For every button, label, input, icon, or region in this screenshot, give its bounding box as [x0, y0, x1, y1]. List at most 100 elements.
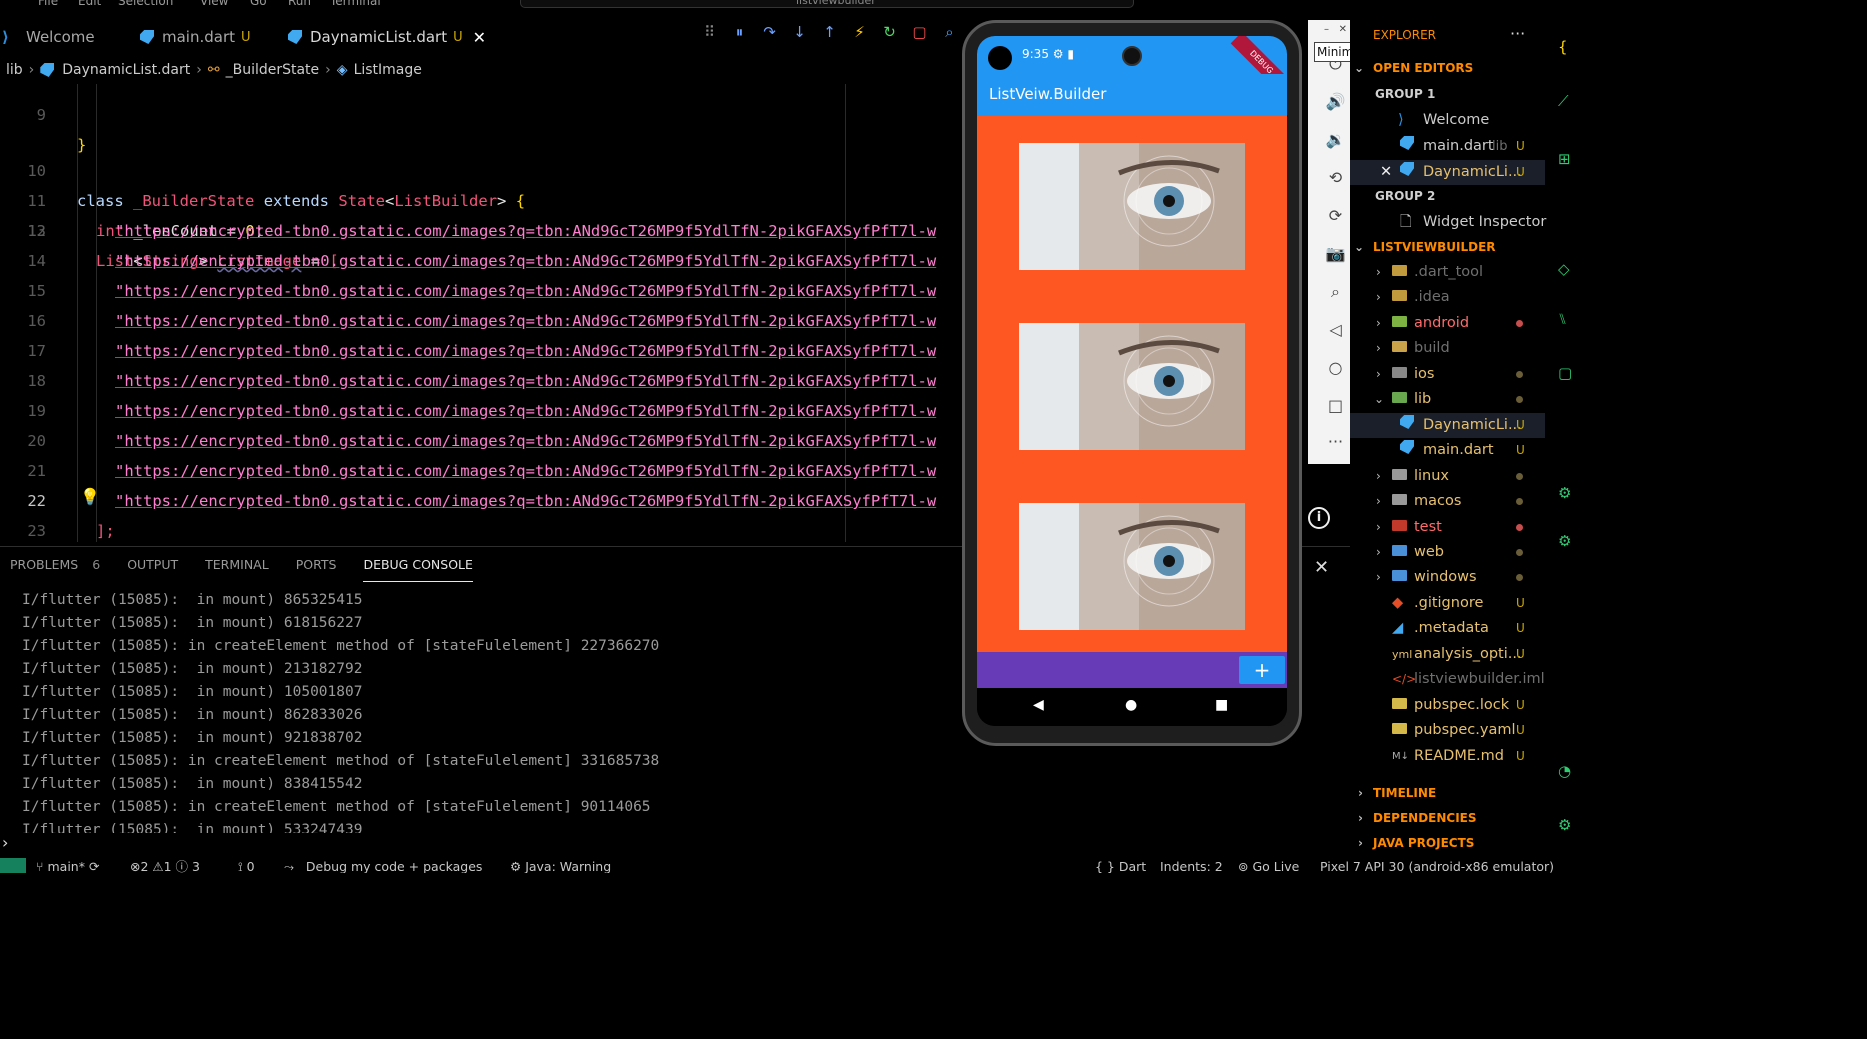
- extension-icon[interactable]: ⚙: [1558, 532, 1571, 550]
- tab-main-dart[interactable]: main.dart U: [140, 20, 251, 54]
- tree-item-file[interactable]: yml analysis_opti... U: [1350, 642, 1545, 667]
- remote-indicator[interactable]: [0, 858, 26, 873]
- restart-icon[interactable]: ↻: [880, 23, 899, 41]
- tab-terminal[interactable]: TERMINAL: [205, 557, 269, 583]
- code-editor[interactable]: 9 } 10 class _BuilderState extends State…: [0, 84, 960, 542]
- menu-go[interactable]: Go: [250, 0, 267, 8]
- java-status[interactable]: ⚙ Java: Warning: [510, 858, 611, 873]
- tab-daynamiclist-dart[interactable]: DaynamicList.dart U ✕: [288, 20, 486, 54]
- extension-icon[interactable]: ◇: [1558, 260, 1570, 278]
- extension-icon[interactable]: ⊞: [1558, 150, 1571, 168]
- breadcrumb-lib[interactable]: lib: [6, 62, 23, 78]
- indentation[interactable]: Indents: 2: [1160, 858, 1223, 873]
- open-editor-item[interactable]: ⟩ Welcome: [1350, 108, 1545, 133]
- tree-item-file[interactable]: ◢ .metadata U: [1350, 616, 1545, 641]
- problems-indicator[interactable]: ⊗2 ⚠1 ⓘ 3: [130, 858, 200, 873]
- open-editor-item[interactable]: 🗋 Widget Inspector: [1350, 210, 1546, 235]
- ports-indicator[interactable]: ⟟ 0: [238, 858, 255, 873]
- open-editor-item[interactable]: main.dart lib U: [1350, 134, 1545, 159]
- tree-item-folder[interactable]: › test: [1350, 515, 1545, 540]
- close-tab-icon[interactable]: ✕: [473, 28, 486, 47]
- phone-screen[interactable]: 9:35 ⚙ ▮ ▾▮ DEBUG ListVeiw.Builder: [977, 36, 1287, 726]
- stop-icon[interactable]: ▢: [910, 23, 929, 41]
- project-header[interactable]: ⌄ LISTVIEWBUILDER: [1350, 235, 1545, 260]
- tree-item-folder[interactable]: › macos: [1350, 489, 1545, 514]
- menu-selection[interactable]: Selection: [118, 0, 173, 8]
- item-label: macos: [1414, 493, 1462, 509]
- close-panel-icon[interactable]: ✕: [1314, 557, 1329, 578]
- open-editor-item[interactable]: ✕ DaynamicLi... U: [1350, 160, 1545, 185]
- hot-reload-icon[interactable]: ⚡: [850, 23, 869, 41]
- tab-problems[interactable]: PROBLEMS 6: [10, 557, 100, 583]
- breadcrumb-file[interactable]: DaynamicList.dart: [62, 62, 190, 78]
- menu-edit[interactable]: Edit: [78, 0, 101, 8]
- tree-item-file[interactable]: pubspec.lock U: [1350, 693, 1545, 718]
- command-center[interactable]: listviewbuilder: [520, 0, 1134, 8]
- tree-item-folder[interactable]: › linux: [1350, 464, 1545, 489]
- open-editors-header[interactable]: ⌄ OPEN EDITORS: [1350, 56, 1545, 81]
- extension-icon[interactable]: ⚙: [1558, 484, 1571, 502]
- more-actions-icon[interactable]: ···: [1510, 24, 1525, 43]
- step-into-icon[interactable]: ↓: [790, 23, 809, 41]
- tab-debug-console[interactable]: DEBUG CONSOLE: [363, 557, 474, 583]
- extension-icon[interactable]: ▢: [1558, 364, 1572, 382]
- add-button[interactable]: +: [1239, 656, 1285, 684]
- drag-handle-icon[interactable]: ⠿: [700, 23, 719, 41]
- tree-item-file[interactable]: M↓ README.md U: [1350, 744, 1545, 769]
- console-input-chevron-icon[interactable]: ›: [2, 833, 8, 852]
- device-selector[interactable]: Pixel 7 API 30 (android-x86 emulator): [1320, 858, 1554, 873]
- tree-item-folder[interactable]: › android: [1350, 311, 1545, 336]
- tree-item-file[interactable]: main.dart U: [1350, 438, 1545, 463]
- tree-item-folder[interactable]: › web: [1350, 540, 1545, 565]
- tree-item-file[interactable]: pubspec.yaml U: [1350, 718, 1545, 743]
- language-mode[interactable]: { } Dart: [1095, 858, 1146, 873]
- close-icon[interactable]: ✕: [1380, 160, 1392, 185]
- console-line: I/flutter (15085): in mount) 105001807: [22, 684, 363, 700]
- dependencies-header[interactable]: › DEPENDENCIES: [1350, 806, 1545, 831]
- group-title: GROUP 1: [1375, 87, 1436, 101]
- extension-icon[interactable]: ⟋: [1558, 92, 1569, 110]
- menu-run[interactable]: Run: [288, 0, 311, 8]
- group-1[interactable]: GROUP 1: [1350, 82, 1545, 107]
- tab-welcome[interactable]: ⟩ Welcome: [2, 20, 95, 54]
- tree-item-folder[interactable]: › .idea: [1350, 285, 1545, 310]
- tree-item-file[interactable]: ◆ .gitignore U: [1350, 591, 1545, 616]
- list-view[interactable]: [977, 116, 1287, 652]
- breadcrumb-field[interactable]: ListImage: [354, 62, 422, 78]
- menu-view[interactable]: View: [200, 0, 228, 8]
- extension-icon[interactable]: ⚙: [1558, 816, 1571, 834]
- tree-item-folder[interactable]: › .dart_tool: [1350, 260, 1545, 285]
- tree-item-folder[interactable]: ⌄ lib: [1350, 387, 1545, 412]
- step-out-icon[interactable]: ↑: [820, 23, 839, 41]
- branch-name: main*: [47, 859, 85, 873]
- branch-indicator[interactable]: ⑂ main* ⟳: [36, 858, 99, 873]
- home-icon[interactable]: ●: [1125, 697, 1137, 713]
- tab-output[interactable]: OUTPUT: [127, 557, 178, 583]
- tree-item-folder[interactable]: › windows: [1350, 565, 1545, 590]
- timeline-header[interactable]: › TIMELINE: [1350, 781, 1545, 806]
- bracket-icon[interactable]: {: [1558, 38, 1568, 56]
- inspect-icon[interactable]: ⌕: [940, 23, 959, 41]
- info-icon[interactable]: i: [1308, 507, 1330, 529]
- debug-indicator[interactable]: ⤳ Debug my code + packages: [284, 858, 482, 873]
- java-projects-header[interactable]: › JAVA PROJECTS: [1350, 831, 1545, 856]
- menu-terminal[interactable]: Terminal: [330, 0, 381, 8]
- step-over-icon[interactable]: ↷: [760, 23, 779, 41]
- eye-image: [1019, 503, 1245, 630]
- tree-item-file[interactable]: DaynamicLi... U: [1350, 413, 1545, 438]
- group-2[interactable]: GROUP 2: [1350, 184, 1545, 209]
- item-label: build: [1414, 340, 1450, 356]
- breadcrumb-class[interactable]: _BuilderState: [226, 62, 320, 78]
- menu-file[interactable]: File: [38, 0, 58, 8]
- back-icon[interactable]: ◀: [1033, 697, 1044, 713]
- extension-icon[interactable]: ◔: [1558, 762, 1571, 780]
- tree-item-folder[interactable]: › ios: [1350, 362, 1545, 387]
- go-live[interactable]: ⊚ Go Live: [1238, 858, 1299, 873]
- tree-item-file[interactable]: </> listviewbuilder.iml: [1350, 667, 1545, 692]
- extension-icon[interactable]: ⑊: [1558, 310, 1567, 328]
- pause-icon[interactable]: ⏸: [730, 23, 749, 41]
- tree-item-folder[interactable]: › build: [1350, 336, 1545, 361]
- lightbulb-icon[interactable]: 💡: [80, 487, 100, 506]
- tab-ports[interactable]: PORTS: [296, 557, 337, 583]
- recents-icon[interactable]: ■: [1215, 697, 1228, 713]
